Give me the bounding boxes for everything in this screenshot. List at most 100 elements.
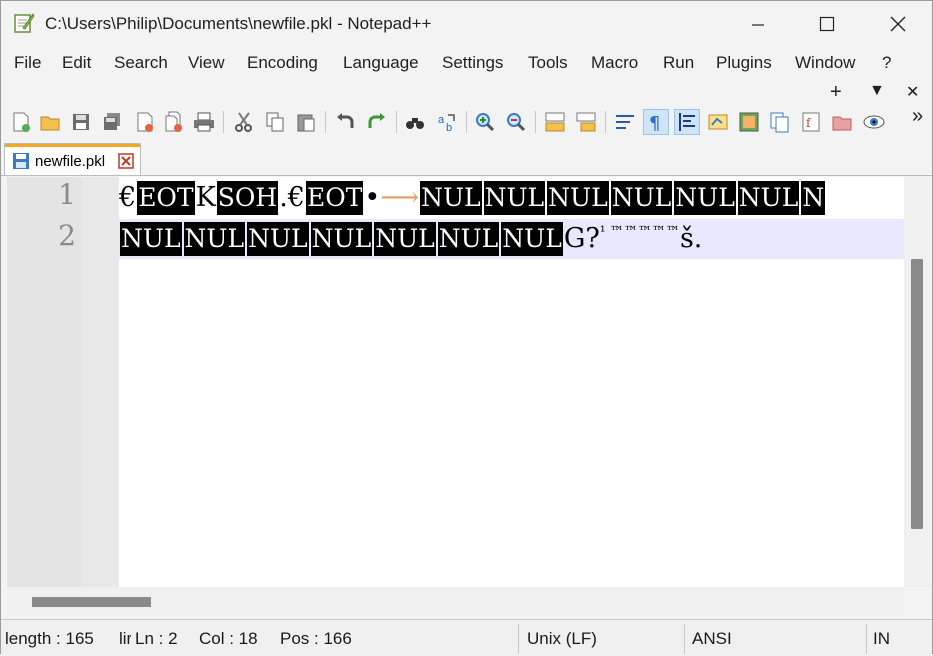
text-line-2[interactable]: NUL NUL NUL NUL NUL NUL NULG?¹ ™™™™™š.	[119, 219, 904, 259]
minimize-button[interactable]	[735, 1, 781, 47]
sync-horizontal-scroll-button[interactable]	[573, 109, 599, 135]
close-button[interactable]	[875, 1, 921, 47]
vertical-scrollbar[interactable]	[904, 177, 930, 587]
toolbar-separator	[605, 111, 606, 133]
svg-text:b: b	[446, 122, 452, 133]
menu-plugins[interactable]: Plugins	[716, 53, 772, 73]
zoom-in-button[interactable]	[472, 109, 498, 135]
copy-icon	[266, 112, 284, 132]
menu-edit[interactable]: Edit	[62, 53, 91, 73]
toolbar-separator	[396, 111, 397, 133]
document-list-icon	[770, 112, 789, 133]
window-title: C:\Users\Philip\Documents\newfile.pkl - …	[45, 14, 432, 33]
maximize-button[interactable]	[804, 1, 850, 47]
redo-icon	[368, 113, 385, 128]
control-char-token: NUL	[737, 181, 800, 215]
replace-icon: ab	[438, 114, 455, 133]
menu-settings[interactable]: Settings	[442, 53, 503, 73]
menu-tools[interactable]: Tools	[528, 53, 568, 73]
text-token: š.	[679, 223, 703, 254]
horizontal-scroll-thumb[interactable]	[32, 597, 151, 607]
close-document-button[interactable]: ✕	[906, 82, 919, 102]
control-char-token: NUL	[420, 181, 482, 215]
paste-button[interactable]	[293, 109, 319, 135]
save-button[interactable]	[68, 109, 94, 135]
cut-icon	[235, 112, 252, 132]
close-file-icon	[137, 112, 153, 132]
status-encoding[interactable]: ANSI	[692, 629, 732, 649]
active-tab-accent	[5, 144, 140, 147]
copy-button[interactable]	[262, 109, 288, 135]
menu-search[interactable]: Search	[114, 53, 168, 73]
show-all-characters-button[interactable]: ¶	[643, 109, 669, 135]
redo-button[interactable]	[364, 109, 390, 135]
document-map-button[interactable]	[736, 109, 762, 135]
horizontal-scrollbar[interactable]	[7, 587, 904, 615]
new-tab-plus-button[interactable]: +	[830, 81, 842, 104]
menu-macro[interactable]: Macro	[591, 53, 638, 73]
text-token: .€	[279, 182, 305, 213]
control-char-token: NUL	[674, 181, 736, 215]
editor-area[interactable]: 1 2 €EOTKSOH.€EOT•⟶NUL NUL NUL NUL NUL NUL N N…	[7, 177, 904, 587]
function-list-button[interactable]: f	[798, 109, 824, 135]
status-lines: lir	[119, 629, 131, 648]
control-char-token: NUL	[374, 222, 436, 256]
text-token: K	[195, 182, 216, 213]
zoom-out-button[interactable]	[503, 109, 529, 135]
notepadpp-window: C:\Users\Philip\Documents\newfile.pkl - …	[0, 0, 933, 656]
tab-close-icon[interactable]	[118, 153, 134, 169]
line-number-margin: 1 2	[7, 177, 82, 587]
save-all-button[interactable]	[99, 109, 125, 135]
replace-button[interactable]: ab	[434, 109, 460, 135]
tab-list-dropdown-button[interactable]: ▼	[869, 82, 885, 100]
status-insert-mode[interactable]: IN	[873, 629, 890, 649]
text-area[interactable]: €EOTKSOH.€EOT•⟶NUL NUL NUL NUL NUL NUL N NUL NU…	[119, 177, 904, 587]
document-list-button[interactable]	[767, 109, 793, 135]
indent-guide-button[interactable]	[674, 109, 700, 135]
text-line-1[interactable]: €EOTKSOH.€EOT•⟶NUL NUL NUL NUL NUL NUL N	[119, 178, 904, 218]
pilcrow-icon: ¶	[649, 113, 660, 133]
open-folder-icon	[40, 116, 60, 131]
menu-encoding[interactable]: Encoding	[247, 53, 318, 73]
status-separator	[518, 624, 519, 654]
text-token: €	[119, 182, 137, 213]
word-wrap-button[interactable]	[612, 109, 638, 135]
user-defined-language-button[interactable]	[705, 109, 731, 135]
save-all-icon	[104, 113, 120, 130]
monitoring-button[interactable]	[861, 109, 887, 135]
status-eol-format[interactable]: Unix (LF)	[527, 629, 597, 649]
undo-button[interactable]	[332, 109, 358, 135]
toolbar-overflow-button[interactable]: »	[912, 105, 923, 128]
tab-arrow-token: ⟶	[380, 182, 420, 213]
close-file-button[interactable]	[132, 109, 158, 135]
menu-language[interactable]: Language	[343, 53, 419, 73]
tab-newfile-pkl[interactable]: newfile.pkl	[4, 143, 141, 175]
menu-file[interactable]: File	[14, 53, 41, 73]
menu-window[interactable]: Window	[795, 53, 855, 73]
open-file-button[interactable]	[37, 109, 63, 135]
menu-help[interactable]: ?	[882, 53, 891, 73]
toolbar-separator	[466, 111, 467, 133]
close-all-button[interactable]	[161, 109, 187, 135]
menu-run[interactable]: Run	[663, 53, 694, 73]
control-char-token: NUL	[120, 222, 182, 256]
print-button[interactable]	[191, 109, 217, 135]
menu-view[interactable]: View	[188, 53, 225, 73]
notepadpp-app-icon	[14, 13, 35, 33]
new-file-button[interactable]	[8, 109, 34, 135]
indent-guide-icon	[679, 113, 695, 131]
eye-icon	[863, 115, 885, 129]
close-icon	[890, 16, 906, 32]
control-char-token: NUL	[610, 181, 673, 215]
vertical-scroll-thumb[interactable]	[911, 259, 923, 529]
cut-button[interactable]	[231, 109, 257, 135]
toolbar-separator	[325, 111, 326, 133]
maximize-icon	[819, 16, 835, 32]
folder-as-workspace-button[interactable]	[829, 109, 855, 135]
zoom-in-icon	[476, 113, 495, 132]
find-button[interactable]	[402, 109, 428, 135]
folder-workspace-icon	[832, 116, 852, 131]
sync-vertical-scroll-button[interactable]	[542, 109, 568, 135]
control-char-token: EOT	[305, 181, 364, 215]
toolbar-separator	[535, 111, 536, 133]
